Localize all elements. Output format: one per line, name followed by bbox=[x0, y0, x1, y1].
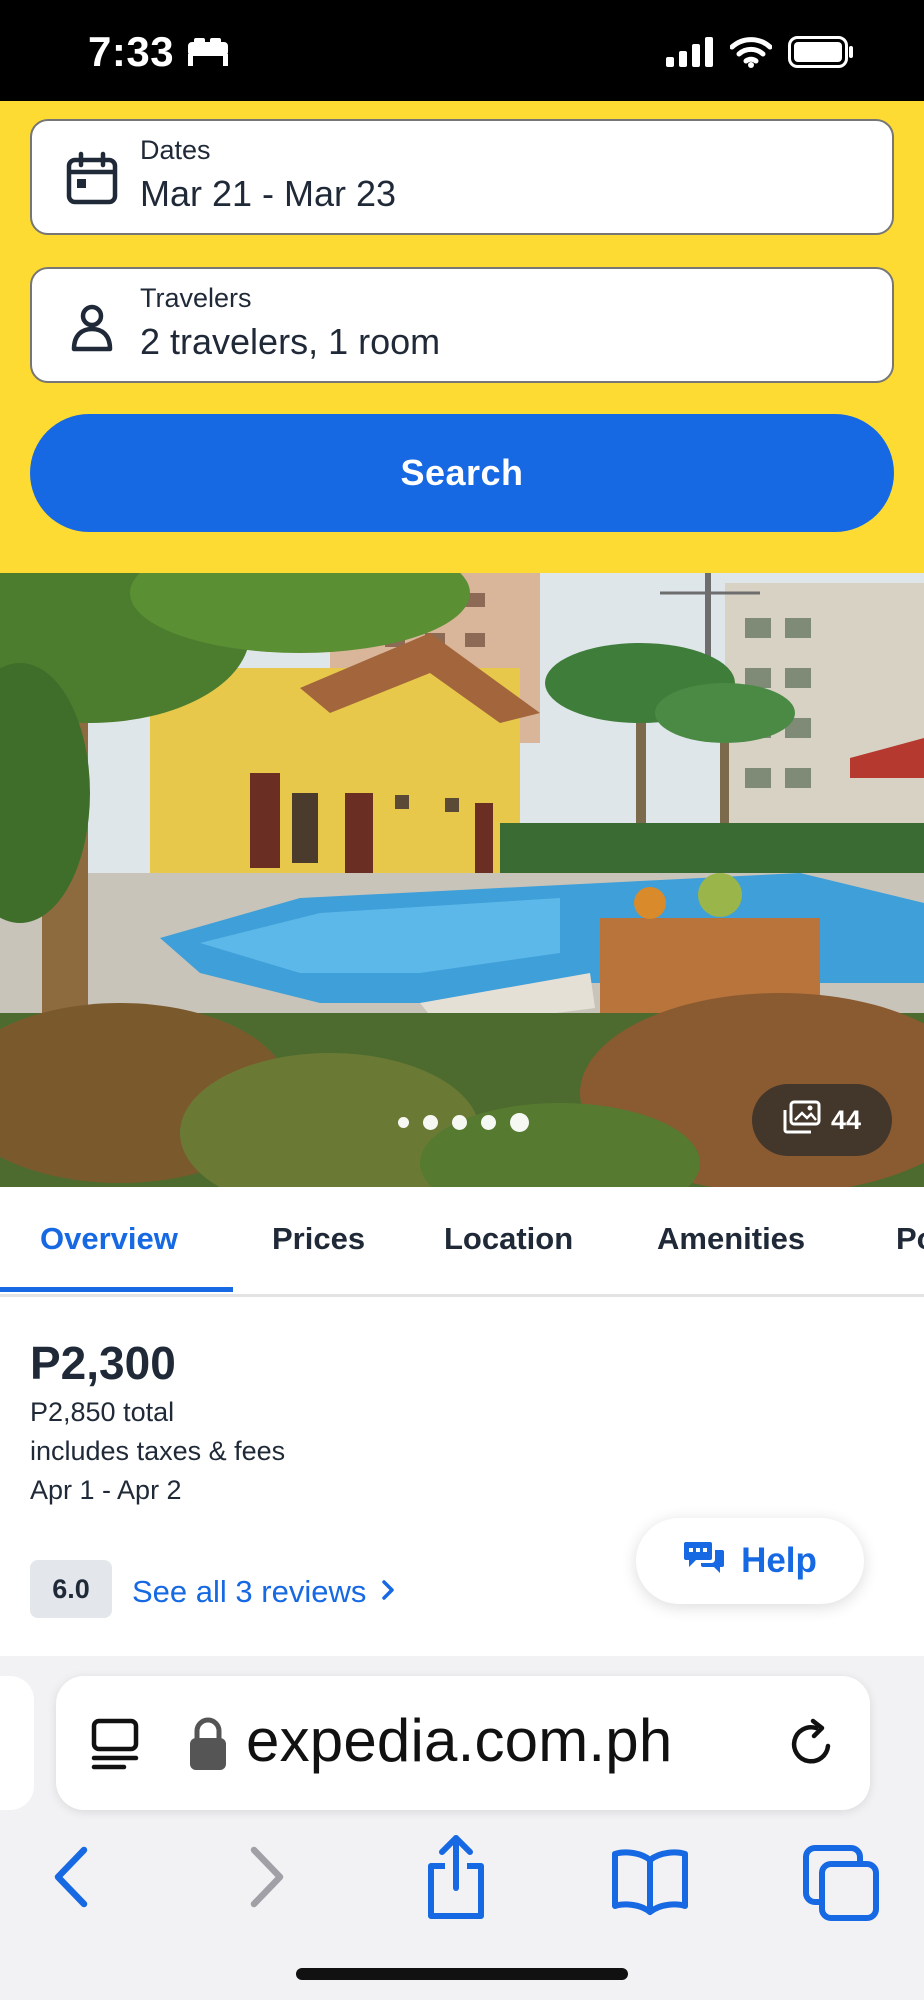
tabs-icon[interactable] bbox=[802, 1832, 882, 1927]
home-indicator bbox=[296, 1968, 628, 1980]
help-label: Help bbox=[741, 1541, 817, 1580]
tab-amenities[interactable]: Amenities bbox=[657, 1221, 805, 1257]
search-panel: Dates Mar 21 - Mar 23 Travelers 2 travel… bbox=[0, 101, 924, 573]
travelers-field[interactable]: Travelers 2 travelers, 1 room bbox=[30, 267, 894, 383]
taxes-note: includes taxes & fees bbox=[30, 1436, 286, 1466]
calendar-icon bbox=[64, 151, 120, 207]
back-icon[interactable] bbox=[46, 1832, 96, 1927]
carousel-dot[interactable] bbox=[398, 1117, 409, 1128]
forward-icon[interactable] bbox=[242, 1832, 292, 1927]
carousel-dot[interactable] bbox=[423, 1115, 438, 1130]
wifi-icon bbox=[729, 36, 773, 73]
chevron-right-icon bbox=[380, 1574, 396, 1610]
total-price: P2,850 total bbox=[30, 1397, 175, 1427]
expedia-hotel-page: 7:33 Dates Mar 21 - Mar 23 Travelers 2 t… bbox=[0, 0, 924, 2000]
photo-count-button[interactable]: 44 bbox=[752, 1084, 892, 1156]
lock-icon bbox=[188, 1716, 228, 1777]
status-icons bbox=[666, 36, 854, 73]
dates-value: Mar 21 - Mar 23 bbox=[140, 173, 397, 214]
dates-label: Dates bbox=[140, 135, 211, 165]
help-button[interactable]: Help bbox=[636, 1518, 864, 1604]
active-tab-indicator bbox=[0, 1287, 233, 1292]
previous-tab-preview[interactable] bbox=[0, 1676, 34, 1810]
tab-location[interactable]: Location bbox=[444, 1221, 573, 1257]
status-time: 7:33 bbox=[88, 28, 175, 75]
carousel-dot[interactable] bbox=[481, 1115, 496, 1130]
travelers-value: 2 travelers, 1 room bbox=[140, 321, 441, 362]
battery-icon bbox=[788, 36, 854, 73]
status-bar: 7:33 bbox=[0, 0, 924, 101]
photo-carousel-dots[interactable] bbox=[398, 1113, 529, 1132]
dates-field[interactable]: Dates Mar 21 - Mar 23 bbox=[30, 119, 894, 235]
reload-icon[interactable] bbox=[786, 1718, 838, 1775]
nightly-price: P2,300 bbox=[30, 1337, 176, 1389]
tab-prices[interactable]: Prices bbox=[272, 1221, 365, 1257]
share-icon[interactable] bbox=[423, 1832, 489, 1927]
url-text: expedia.com.ph bbox=[246, 1707, 673, 1774]
reader-icon[interactable] bbox=[90, 1718, 140, 1775]
photo-count: 44 bbox=[830, 1104, 862, 1135]
person-icon bbox=[64, 299, 120, 355]
gallery-icon bbox=[783, 1100, 821, 1141]
carousel-dot-active[interactable] bbox=[510, 1113, 529, 1132]
rating-badge: 6.0 bbox=[30, 1560, 112, 1618]
tab-overview[interactable]: Overview bbox=[40, 1221, 178, 1257]
see-all-reviews-link[interactable]: See all 3 reviews bbox=[132, 1574, 396, 1610]
address-bar[interactable]: expedia.com.ph bbox=[56, 1676, 870, 1810]
bed-icon bbox=[186, 38, 230, 71]
cellular-signal-icon bbox=[666, 37, 714, 72]
chat-icon bbox=[683, 1538, 725, 1585]
tab-policies[interactable]: Po bbox=[896, 1221, 924, 1257]
carousel-dot[interactable] bbox=[452, 1115, 467, 1130]
bookmarks-icon[interactable] bbox=[610, 1832, 690, 1927]
reviews-link-label: See all 3 reviews bbox=[132, 1574, 367, 1609]
stay-dates: Apr 1 - Apr 2 bbox=[30, 1475, 182, 1505]
search-button[interactable]: Search bbox=[30, 414, 894, 532]
section-tabs: Overview Prices Location Amenities Po bbox=[0, 1187, 924, 1297]
browser-nav-row bbox=[0, 1832, 924, 1922]
browser-toolbar: expedia.com.ph bbox=[0, 1656, 924, 2000]
travelers-label: Travelers bbox=[140, 283, 252, 313]
